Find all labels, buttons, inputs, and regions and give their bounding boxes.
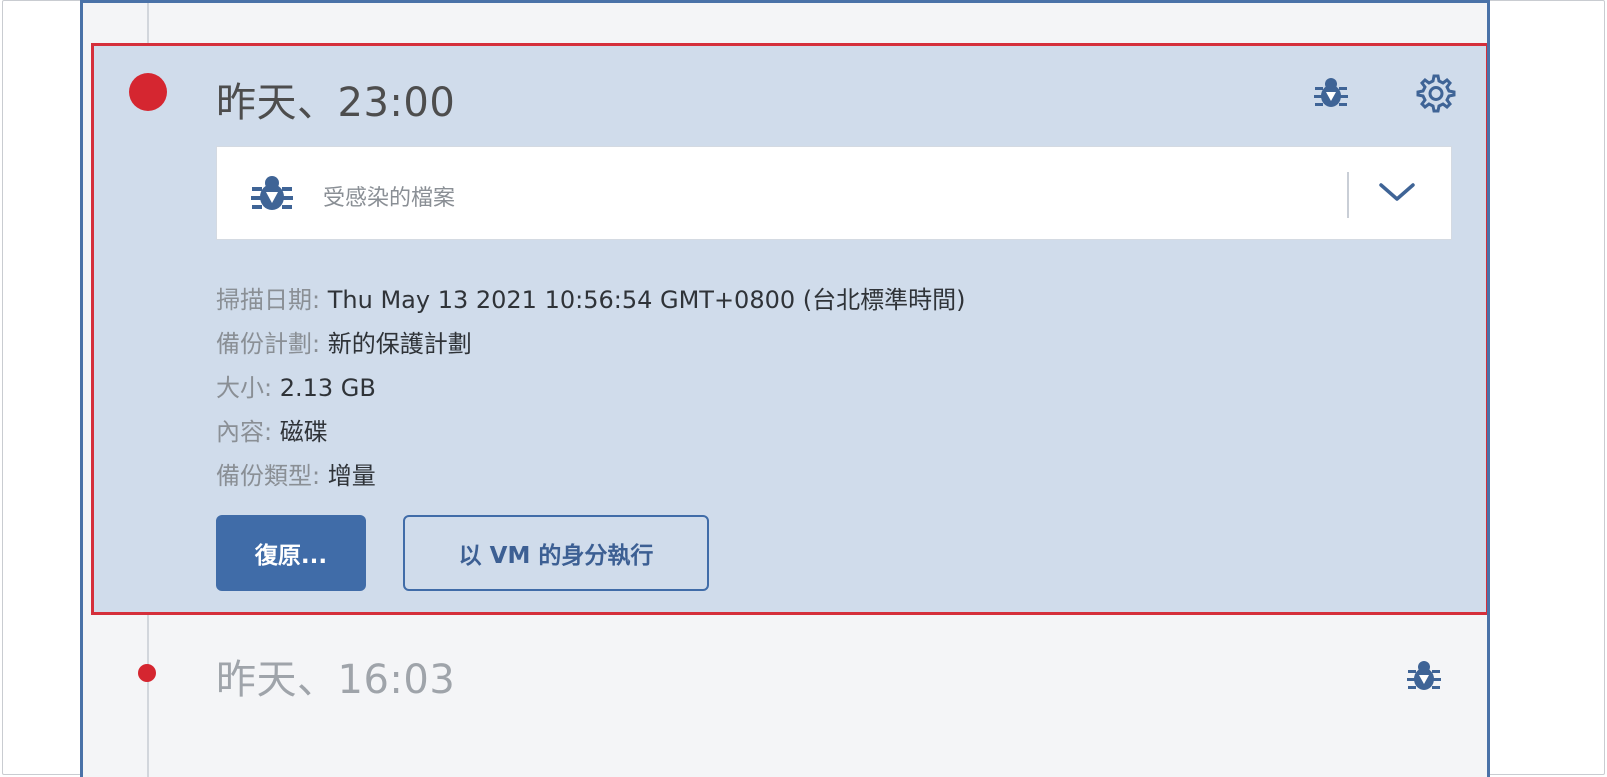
dropdown-label: 受感染的檔案 (323, 186, 456, 211)
detail-key: 備份類型: (216, 462, 321, 490)
detail-value: 磁碟 (279, 418, 328, 446)
detail-content: 內容: 磁碟 (216, 412, 328, 447)
bug-icon[interactable] (1312, 74, 1350, 112)
detail-value: 2.13 GB (279, 374, 376, 402)
detail-key: 備份計劃: (216, 330, 321, 358)
chevron-down-icon[interactable] (1377, 177, 1417, 207)
detail-key: 內容: (216, 418, 273, 446)
detail-value: Thu May 13 2021 10:56:54 GMT+0800 (台北標準時… (327, 286, 966, 314)
detail-key: 大小: (216, 374, 273, 402)
recover-button[interactable]: 復原... (216, 515, 366, 591)
status-dot-infected (129, 73, 167, 111)
detail-scan-date: 掃描日期: Thu May 13 2021 10:56:54 GMT+0800 … (216, 280, 966, 315)
detail-key: 掃描日期: (216, 286, 321, 314)
run-as-vm-button[interactable]: 以 VM 的身分執行 (403, 515, 709, 591)
detail-size: 大小: 2.13 GB (216, 368, 376, 403)
bug-icon[interactable] (1404, 657, 1444, 695)
status-dot-infected (138, 664, 156, 682)
dropdown-divider (1347, 172, 1349, 218)
detail-value: 增量 (327, 462, 376, 490)
entry-title: 昨天、23:00 (216, 80, 456, 126)
gear-icon[interactable] (1414, 72, 1456, 114)
bug-icon (251, 176, 293, 210)
detail-value: 新的保護計劃 (327, 330, 472, 358)
infected-files-dropdown[interactable]: 受感染的檔案 (216, 146, 1452, 240)
backup-entry-selected[interactable]: 昨天、23:00 受感染的檔案 掃描日期: Thu May 13 2021 10… (91, 43, 1487, 615)
detail-backup-plan: 備份計劃: 新的保護計劃 (216, 324, 472, 359)
entry-title: 昨天、16:03 (216, 657, 456, 703)
detail-backup-type: 備份類型: 增量 (216, 456, 376, 491)
backup-timeline-panel: 昨天、23:00 受感染的檔案 掃描日期: Thu May 13 2021 10… (80, 0, 1490, 777)
